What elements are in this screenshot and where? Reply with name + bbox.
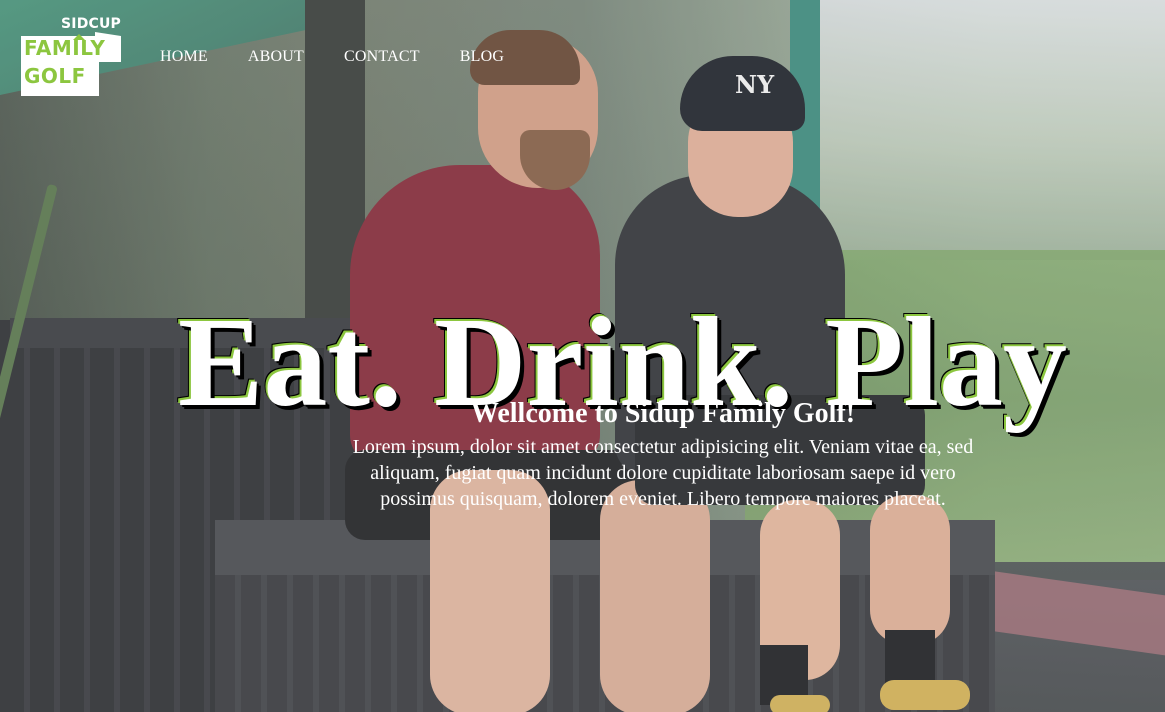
nav-about-link[interactable]: ABOUT — [248, 48, 304, 66]
nav-contact-link[interactable]: CONTACT — [344, 48, 420, 66]
nav-home-link[interactable]: HOME — [160, 48, 208, 66]
welcome-section: Wellcome to Sidup Family Golf! Lorem ips… — [350, 398, 976, 512]
page: NY SIDCUP FAMILY GOLF HOME ABOUT CONTACT… — [0, 0, 1165, 712]
welcome-heading: Wellcome to Sidup Family Golf! — [470, 398, 856, 429]
logo-line1: FAMILY — [24, 36, 106, 60]
logo-line2: GOLF — [24, 64, 86, 88]
welcome-text: Lorem ipsum, dolor sit amet consectetur … — [352, 436, 974, 511]
nav-blog-link[interactable]: BLOG — [460, 48, 504, 66]
main-nav: HOME ABOUT CONTACT BLOG — [160, 48, 544, 66]
logo-top-text: SIDCUP — [61, 16, 122, 32]
site-logo[interactable]: SIDCUP FAMILY GOLF — [21, 16, 123, 98]
